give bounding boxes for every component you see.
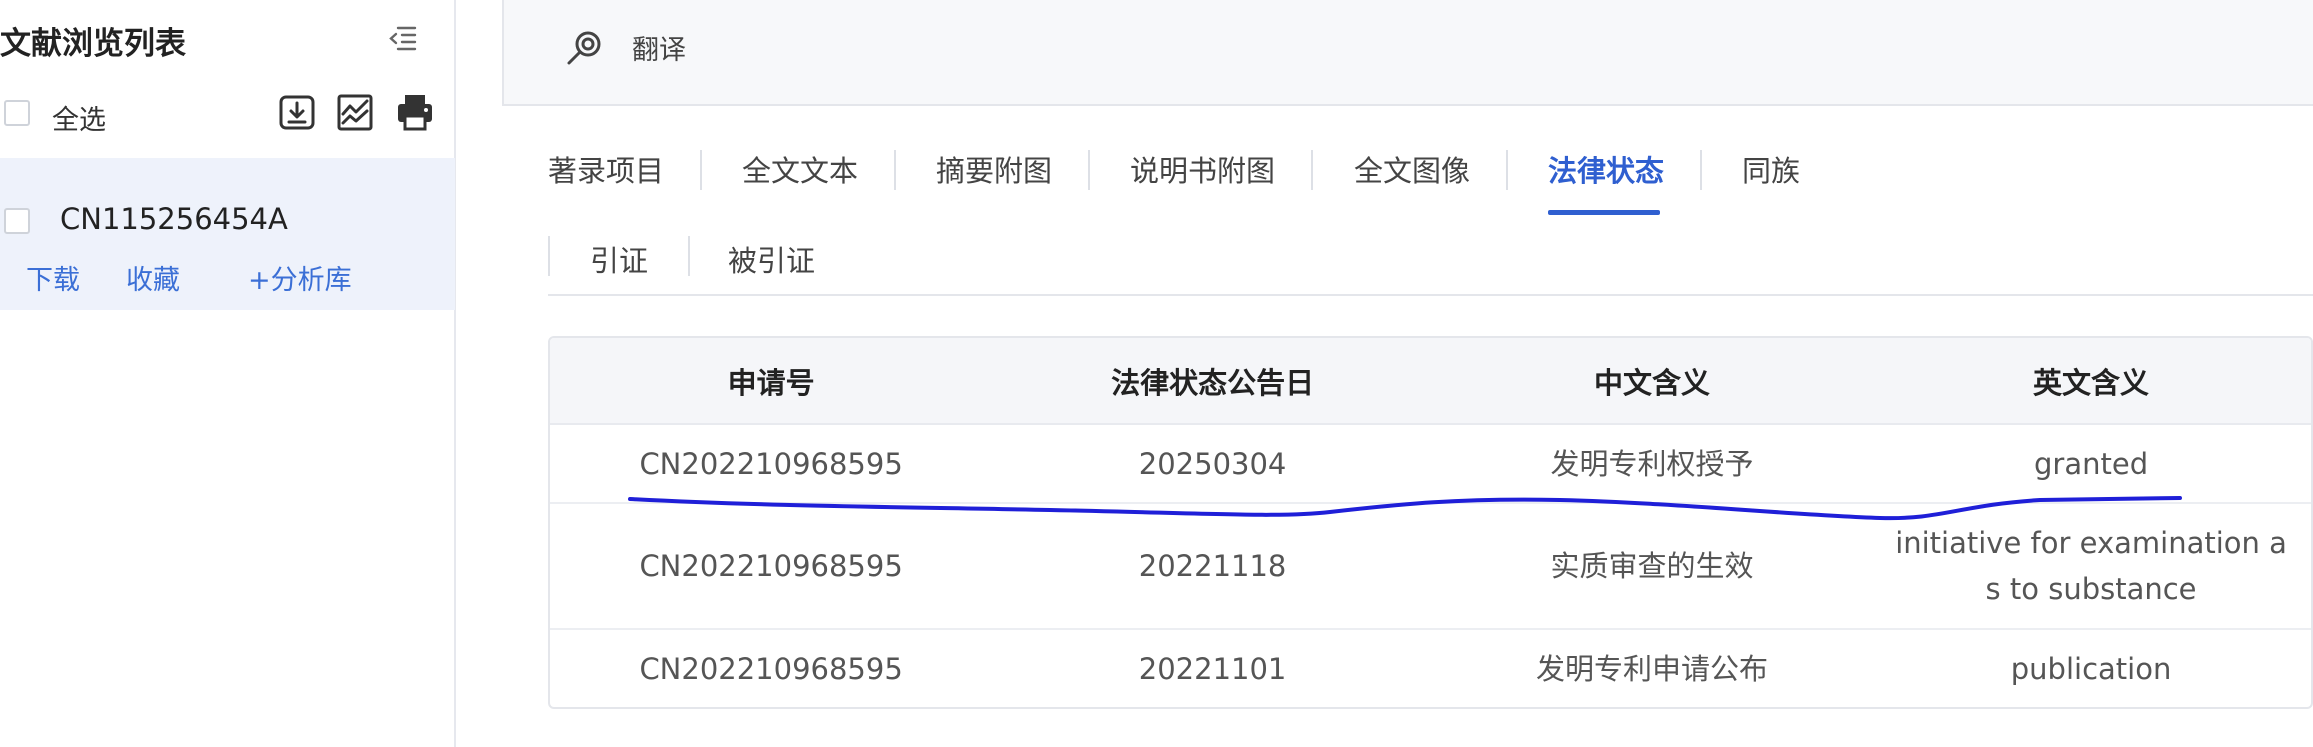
tab-citations[interactable]: 引证 <box>590 238 648 280</box>
tab-divider <box>894 150 896 190</box>
tab-divider <box>1506 150 1508 190</box>
cell-english-meaning: initiative for examination as to substan… <box>1871 503 2311 630</box>
tab-divider <box>700 150 702 190</box>
tab-bibliographic[interactable]: 著录项目 <box>548 148 664 190</box>
document-list-sidebar: 文献浏览列表 全选 CN115256454A 下载 收藏 +分析库 <box>0 0 456 747</box>
tab-fulltext-image[interactable]: 全文图像 <box>1354 148 1470 190</box>
translate-button[interactable]: 翻译 <box>632 28 686 67</box>
column-header-english-meaning: 英文含义 <box>1871 338 2311 425</box>
cell-chinese-meaning: 发明专利申请公布 <box>1536 652 1769 686</box>
tab-divider <box>1311 150 1313 190</box>
main-panel: 翻译 著录项目 全文文本 摘要附图 说明书附图 全文图像 法律状态 同族 引证 … <box>502 0 2313 747</box>
legal-status-table: 申请号 法律状态公告日 中文含义 英文含义 CN202210968595 202… <box>548 336 2313 709</box>
translate-icon[interactable] <box>564 28 604 68</box>
column-header-announcement-date: 法律状态公告日 <box>992 338 1433 425</box>
cell-english-meaning: granted <box>1871 424 2311 504</box>
cell-announcement-date: 20221101 <box>1138 652 1287 686</box>
tab-family[interactable]: 同族 <box>1742 148 1800 190</box>
document-list-item[interactable]: CN115256454A 下载 收藏 +分析库 <box>0 158 455 310</box>
table-row: CN202210968595 20221101 发明专利申请公布 publica… <box>550 629 2311 707</box>
document-number[interactable]: CN115256454A <box>60 202 288 236</box>
tab-divider <box>1700 150 1702 190</box>
cell-chinese-meaning: 发明专利权授予 <box>1432 424 1872 504</box>
top-toolbar: 翻译 <box>502 0 2313 106</box>
favorite-link[interactable]: 收藏 <box>126 258 180 297</box>
add-to-analysis-link[interactable]: +分析库 <box>248 258 352 297</box>
tab-abstract-figure[interactable]: 摘要附图 <box>936 148 1052 190</box>
print-icon[interactable] <box>396 92 434 132</box>
active-tab-indicator <box>1548 210 1660 215</box>
tab-fulltext[interactable]: 全文文本 <box>742 148 858 190</box>
download-icon[interactable] <box>278 92 316 132</box>
subtab-divider <box>548 236 550 276</box>
cell-announcement-date: 20250304 <box>992 424 1433 504</box>
column-header-chinese-meaning: 中文含义 <box>1432 338 1872 425</box>
select-all-label: 全选 <box>52 105 106 136</box>
collapse-sidebar-icon[interactable] <box>386 22 418 54</box>
cell-application-number: CN202210968595 <box>550 503 993 630</box>
document-checkbox[interactable] <box>4 208 30 234</box>
cell-english-meaning: publication <box>2010 652 2172 686</box>
table-header-row: 申请号 法律状态公告日 中文含义 英文含义 <box>550 338 2311 425</box>
chart-icon[interactable] <box>336 92 374 132</box>
select-all-checkbox[interactable] <box>4 100 30 126</box>
cell-application-number: CN202210968595 <box>639 652 903 686</box>
tab-divider <box>1088 150 1090 190</box>
table-row: CN202210968595 20221118 实质审查的生效 initiati… <box>550 503 2311 630</box>
english-meaning-text: initiative for examination as to substan… <box>1895 526 2287 606</box>
subtab-divider <box>688 236 690 276</box>
column-header-application-number: 申请号 <box>550 338 993 425</box>
tab-legal-status[interactable]: 法律状态 <box>1548 148 1664 190</box>
download-link[interactable]: 下载 <box>26 258 80 297</box>
sidebar-title: 文献浏览列表 <box>0 26 186 62</box>
cell-announcement-date: 20221118 <box>992 503 1433 630</box>
table-row: CN202210968595 20250304 发明专利权授予 granted <box>550 424 2311 504</box>
cell-application-number: CN202210968595 <box>550 424 993 504</box>
select-all-row: 全选 <box>0 96 456 136</box>
tabs-divider-line <box>548 294 2313 296</box>
tab-cited-by[interactable]: 被引证 <box>728 238 815 280</box>
tab-description-figures[interactable]: 说明书附图 <box>1130 148 1275 190</box>
cell-chinese-meaning: 实质审查的生效 <box>1432 503 1872 630</box>
